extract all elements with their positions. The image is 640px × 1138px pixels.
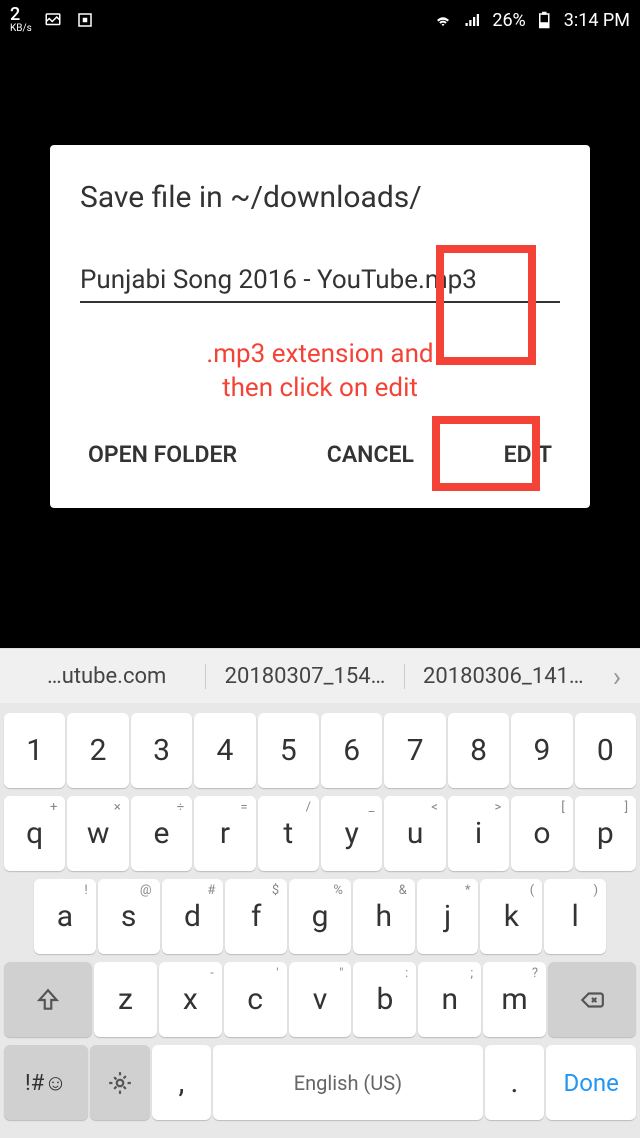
key-n[interactable]: n; [418,962,481,1037]
key-r[interactable]: r= [194,796,255,871]
key-v[interactable]: v" [289,962,352,1037]
edit-button[interactable]: EDIT [496,431,560,478]
key-s[interactable]: s@ [98,879,160,954]
network-speed: 2 KB/s [10,6,32,34]
key-e[interactable]: e÷ [131,796,192,871]
settings-key[interactable] [90,1045,150,1120]
battery-percent: 26% [492,10,525,31]
space-key[interactable]: English (US) [213,1045,482,1120]
wifi-icon [432,11,454,29]
signal-icon [462,11,484,29]
key-c[interactable]: c' [224,962,287,1037]
key-6[interactable]: 6 [321,713,382,788]
suggestion-item[interactable]: 20180306_141… [405,664,602,689]
key-u[interactable]: u< [384,796,445,871]
clock: 3:14 PM [564,10,630,31]
battery-icon [534,11,556,29]
key-5[interactable]: 5 [258,713,319,788]
key-1[interactable]: 1 [4,713,65,788]
app-icon [74,11,96,29]
suggestion-bar: …utube.com 20180307_154… 20180306_141… › [0,648,640,703]
shift-key[interactable] [4,962,92,1037]
key-i[interactable]: i> [448,796,509,871]
key-h[interactable]: h& [353,879,415,954]
key-x[interactable]: x- [159,962,222,1037]
key-j[interactable]: j* [417,879,479,954]
key-7[interactable]: 7 [384,713,445,788]
key-o[interactable]: o[ [511,796,572,871]
filename-input[interactable] [80,265,560,303]
symbols-key[interactable]: !#☺ [4,1045,88,1120]
key-4[interactable]: 4 [194,713,255,788]
key-9[interactable]: 9 [511,713,572,788]
image-icon [42,11,64,29]
key-0[interactable]: 0 [575,713,636,788]
key-y[interactable]: y_ [321,796,382,871]
key-3[interactable]: 3 [131,713,192,788]
suggestion-more-icon[interactable]: › [602,660,632,693]
period-key[interactable]: . [485,1045,545,1120]
annotation-text: .mp3 extension and then click on edit [80,338,560,406]
key-8[interactable]: 8 [448,713,509,788]
key-k[interactable]: k( [480,879,542,954]
key-2[interactable]: 2 [67,713,128,788]
backspace-key[interactable] [548,962,636,1037]
dialog-title: Save file in ~/downloads/ [80,180,560,215]
key-z[interactable]: z [94,962,157,1037]
key-g[interactable]: g% [289,879,351,954]
suggestion-item[interactable]: 20180307_154… [206,664,404,689]
done-key[interactable]: Done [546,1045,636,1120]
key-b[interactable]: b: [353,962,416,1037]
key-f[interactable]: f$ [225,879,287,954]
key-l[interactable]: l) [544,879,606,954]
key-a[interactable]: a! [34,879,96,954]
key-q[interactable]: q+ [4,796,65,871]
key-m[interactable]: m? [483,962,546,1037]
key-d[interactable]: d# [162,879,224,954]
key-w[interactable]: w× [67,796,128,871]
status-bar: 2 KB/s 26% 3:14 PM [0,0,640,40]
key-p[interactable]: p] [575,796,636,871]
comma-key[interactable]: , [152,1045,212,1120]
suggestion-item[interactable]: …utube.com [8,664,206,689]
key-t[interactable]: t/ [258,796,319,871]
open-folder-button[interactable]: OPEN FOLDER [80,431,245,478]
cancel-button[interactable]: CANCEL [319,431,422,478]
keyboard: 1234567890 q+w×e÷r=t/y_u<i>o[p] a!s@d#f$… [0,703,640,1138]
save-dialog: Save file in ~/downloads/ .mp3 extension… [50,145,590,508]
